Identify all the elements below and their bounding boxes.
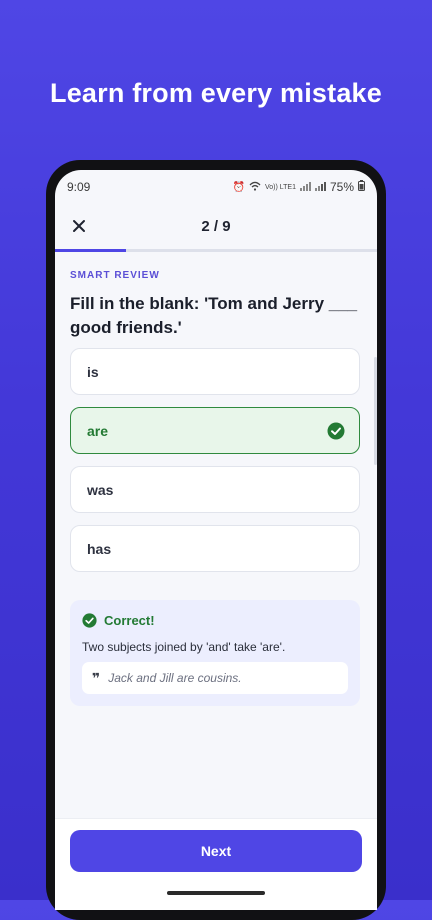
option-are[interactable]: are [70,407,360,454]
option-label: are [87,422,109,439]
option-has[interactable]: has [70,525,360,572]
status-bar: 9:09 ⏰ Vo)) LTE1 75% [55,170,377,204]
phone-frame: 9:09 ⏰ Vo)) LTE1 75% 2 / 9 SMART REVIEW … [46,160,386,920]
section-label: SMART REVIEW [70,270,160,281]
option-label: is [87,363,99,380]
signal-icon-2 [314,181,326,194]
feedback-explanation: Two subjects joined by 'and' take 'are'. [82,640,286,654]
option-label: was [87,481,114,498]
option-label: has [87,540,112,557]
signal-icon [299,181,311,194]
network-label: Vo)) LTE1 [264,183,296,191]
wifi-icon [249,181,261,194]
feedback-title-text: Correct! [104,613,155,628]
option-is[interactable]: is [70,348,360,395]
bottom-action-bar: Next [55,818,377,910]
feedback-title: Correct! [82,613,155,628]
check-circle-icon [327,422,345,440]
quiz-header: 2 / 9 [55,204,377,248]
battery-level: 75% [329,180,354,194]
example-text: Jack and Jill are cousins. [108,671,242,685]
question-text: Fill in the blank: 'Tom and Jerry ___ go… [70,294,358,337]
home-indicator[interactable] [167,891,265,895]
progress-counter: 2 / 9 [201,217,231,235]
feedback-card: Correct! Two subjects joined by 'and' ta… [70,600,360,706]
next-button[interactable]: Next [70,830,362,872]
progress-bar-fill [55,249,126,252]
close-button[interactable] [65,212,93,240]
promo-headline: Learn from every mistake [50,78,382,108]
progress-bar [55,249,377,252]
example-box: ❞ Jack and Jill are cousins. [82,662,348,694]
close-icon [73,220,85,232]
quote-icon: ❞ [92,670,101,686]
alarm-icon: ⏰ [232,181,245,193]
check-circle-icon [82,613,97,628]
status-time: 9:09 [67,180,91,194]
battery-icon [358,180,365,194]
status-icons: ⏰ Vo)) LTE1 75% [233,180,365,194]
scrollbar[interactable] [374,357,377,465]
option-was[interactable]: was [70,466,360,513]
app-screen: 9:09 ⏰ Vo)) LTE1 75% 2 / 9 SMART REVIEW … [55,170,377,910]
